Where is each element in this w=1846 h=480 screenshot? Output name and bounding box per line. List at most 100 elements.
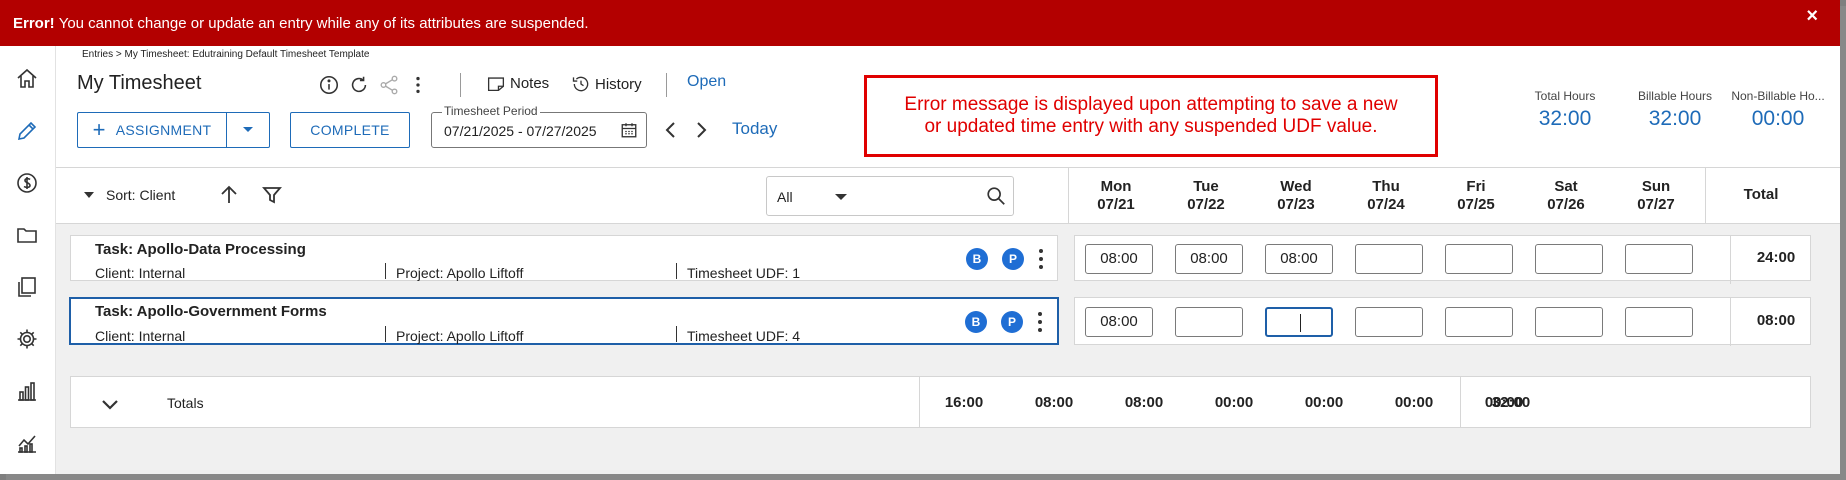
add-assignment-button[interactable]: + ASSIGNMENT xyxy=(77,112,226,148)
project-badge[interactable]: P xyxy=(1002,248,1024,270)
project-badge[interactable]: P xyxy=(1001,311,1023,333)
grid-toolbar: Sort: Client All Mon 07/21 Tue 07/22 Wed 07/2… xyxy=(56,168,1840,224)
filter-value: All xyxy=(777,189,793,205)
day-date: 07/21 xyxy=(1097,196,1135,213)
non-billable-hours-value: 00:00 xyxy=(1751,107,1805,130)
plus-icon: + xyxy=(92,117,106,142)
filter-icon[interactable] xyxy=(261,184,283,206)
day-total: 00:00 xyxy=(1484,394,1524,411)
day-name: Fri xyxy=(1466,178,1486,195)
history-button[interactable]: History xyxy=(571,74,642,94)
day-total: 00:00 xyxy=(1214,394,1254,411)
documents-icon[interactable] xyxy=(14,274,40,300)
billable-badge[interactable]: B xyxy=(966,248,988,270)
chevron-down-icon[interactable] xyxy=(99,393,121,415)
sort-control[interactable]: Sort: Client xyxy=(84,187,175,203)
hours-input-tue[interactable] xyxy=(1175,307,1243,337)
caret-down-icon xyxy=(243,127,253,132)
timesheet-period-field[interactable]: Timesheet Period 07/21/2025 - 07/27/2025 xyxy=(431,104,647,148)
task-name: Task: Apollo-Data Processing xyxy=(95,241,306,258)
caret-down-icon xyxy=(84,191,94,198)
dollar-icon[interactable] xyxy=(14,170,40,196)
day-column-header: Sat 07/26 xyxy=(1521,168,1611,214)
pencil-icon[interactable] xyxy=(14,118,40,144)
divider xyxy=(666,73,667,97)
hours-input-tue[interactable]: 08:00 xyxy=(1175,244,1243,274)
day-name: Wed xyxy=(1280,178,1312,195)
search-icon[interactable] xyxy=(985,185,1007,207)
divider xyxy=(676,326,677,342)
day-total: 16:00 xyxy=(944,394,984,411)
day-column-header: Fri 07/25 xyxy=(1431,168,1521,214)
gear-icon[interactable] xyxy=(14,326,40,352)
billable-badge[interactable]: B xyxy=(965,311,987,333)
today-button[interactable]: Today xyxy=(732,119,777,139)
page-title: My Timesheet xyxy=(77,72,202,94)
annotation-line-1: Error message is displayed upon attempti… xyxy=(904,94,1398,115)
client-name: Client: Internal xyxy=(95,328,186,344)
divider xyxy=(1068,168,1069,224)
divider xyxy=(460,73,461,97)
chevron-left-icon[interactable] xyxy=(662,120,680,140)
folder-icon[interactable] xyxy=(14,222,40,248)
divider xyxy=(676,263,677,279)
hours-input-wed[interactable]: 08:00 xyxy=(1265,244,1333,274)
close-icon[interactable]: × xyxy=(1806,5,1818,28)
task-name: Task: Apollo-Government Forms xyxy=(95,303,327,320)
day-date: 07/23 xyxy=(1277,196,1315,213)
day-date: 07/24 xyxy=(1367,196,1405,213)
row-filter-search[interactable]: All xyxy=(766,176,1014,216)
assignment-dropdown-button[interactable] xyxy=(226,112,270,148)
hours-input-thu[interactable] xyxy=(1355,307,1423,337)
day-total: 00:00 xyxy=(1304,394,1344,411)
hours-input-sat[interactable] xyxy=(1535,244,1603,274)
hours-input-thu[interactable] xyxy=(1355,244,1423,274)
sort-ascending-icon[interactable] xyxy=(218,184,240,206)
hours-input-sat[interactable] xyxy=(1535,307,1603,337)
hours-input-wed[interactable] xyxy=(1265,307,1333,337)
complete-button[interactable]: COMPLETE xyxy=(290,112,410,148)
hours-input-fri[interactable] xyxy=(1445,244,1513,274)
trend-chart-icon[interactable] xyxy=(14,430,40,456)
breadcrumb[interactable]: Entries > My Timesheet: Edutraining Defa… xyxy=(82,49,369,60)
chevron-right-icon[interactable] xyxy=(692,120,710,140)
annotation-callout: Error message is displayed upon attempti… xyxy=(864,75,1438,157)
info-icon[interactable] xyxy=(317,73,341,97)
more-icon[interactable] xyxy=(1035,310,1045,334)
open-status-link[interactable]: Open xyxy=(687,73,726,91)
main-content: Entries > My Timesheet: Edutraining Defa… xyxy=(56,46,1840,474)
total-hours-value: 32:00 xyxy=(1538,107,1592,130)
notes-button[interactable]: Notes xyxy=(486,74,549,92)
hours-input-mon[interactable]: 08:00 xyxy=(1085,307,1153,337)
error-message: You cannot change or update an entry whi… xyxy=(58,14,589,32)
calendar-icon[interactable] xyxy=(620,121,638,139)
app-window: Error! You cannot change or update an en… xyxy=(0,0,1840,474)
hours-input-sun[interactable] xyxy=(1625,244,1693,274)
hours-input-mon[interactable]: 08:00 xyxy=(1085,244,1153,274)
more-icon[interactable] xyxy=(406,73,430,97)
totals-label: Totals xyxy=(167,395,204,411)
bar-chart-icon[interactable] xyxy=(14,378,40,404)
caret-down-icon[interactable] xyxy=(835,194,847,201)
history-icon xyxy=(572,76,589,92)
row-hours: 08:00 08:00 xyxy=(1074,297,1811,346)
notes-label: Notes xyxy=(510,74,550,92)
sort-label: Sort: Client xyxy=(106,187,176,203)
day-name: Sat xyxy=(1554,178,1578,195)
home-icon[interactable] xyxy=(14,66,40,92)
more-icon[interactable] xyxy=(1036,247,1046,271)
hours-input-sun[interactable] xyxy=(1625,307,1693,337)
day-column-header: Wed 07/23 xyxy=(1251,168,1341,214)
divider xyxy=(385,326,386,342)
window-shadow xyxy=(6,474,1846,480)
day-total: 00:00 xyxy=(1394,394,1434,411)
hours-input-fri[interactable] xyxy=(1445,307,1513,337)
non-billable-hours-stat: Non-Billable Ho... 00:00 xyxy=(1716,89,1840,131)
day-column-header: Sun 07/27 xyxy=(1611,168,1701,214)
project-name: Project: Apollo Liftoff xyxy=(396,265,524,281)
udf-value: Timesheet UDF: 1 xyxy=(687,265,801,281)
share-icon[interactable] xyxy=(377,73,401,97)
timesheet-row[interactable]: Task: Apollo-Data Processing Client: Int… xyxy=(70,235,1058,281)
timesheet-row-selected[interactable]: Task: Apollo-Government Forms Client: In… xyxy=(69,297,1059,345)
refresh-icon[interactable] xyxy=(347,73,371,97)
